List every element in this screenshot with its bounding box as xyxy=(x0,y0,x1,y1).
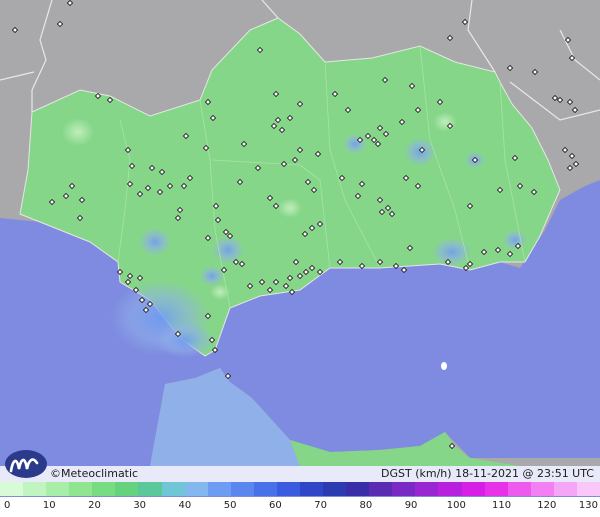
legend-tick-labels: 0 10 20 30 40 50 60 70 80 90 100 110 120 130 xyxy=(0,497,600,517)
caption-bar: ©Meteoclimatic DGST (km/h) 18-11-2021 @ … xyxy=(0,466,600,482)
legend-swatch xyxy=(184,482,208,496)
legend-tick-label: 30 xyxy=(133,500,147,511)
map-canvas xyxy=(0,0,600,517)
legend-swatch xyxy=(0,482,24,496)
legend-swatch xyxy=(23,482,47,496)
legend-swatch xyxy=(230,482,254,496)
legend-swatch xyxy=(415,482,439,496)
gust-map xyxy=(0,0,600,517)
legend-tick-label: 100 xyxy=(446,500,466,511)
legend-swatch xyxy=(276,482,301,496)
legend-swatch xyxy=(69,482,93,496)
legend-swatch xyxy=(115,482,139,496)
legend-swatch xyxy=(323,482,347,496)
legend-swatch xyxy=(138,482,162,496)
meteoclimatic-logo-icon xyxy=(5,450,47,478)
legend-swatch xyxy=(530,482,554,496)
legend-swatch xyxy=(161,482,185,496)
legend-tick-label: 120 xyxy=(537,500,557,511)
map-caption: DGST (km/h) 18-11-2021 @ 23:51 UTC xyxy=(381,467,594,480)
islet xyxy=(441,362,447,370)
legend-swatch xyxy=(369,482,393,496)
legend-swatch xyxy=(46,482,70,496)
legend-tick-label: 0 xyxy=(4,500,11,511)
legend-swatch xyxy=(253,482,277,496)
legend-tick-label: 90 xyxy=(404,500,418,511)
legend-tick-label: 80 xyxy=(359,500,373,511)
legend-tick-label: 40 xyxy=(178,500,192,511)
brand-label: ©Meteoclimatic xyxy=(50,467,139,480)
legend-swatch xyxy=(461,482,485,496)
legend-tick-label: 70 xyxy=(314,500,327,511)
legend-swatch xyxy=(300,482,324,496)
legend-color-scale xyxy=(0,482,600,496)
legend-swatch xyxy=(346,482,370,496)
legend-swatch xyxy=(576,482,600,496)
legend-swatch xyxy=(92,482,116,496)
legend-tick-label: 130 xyxy=(578,500,598,511)
legend-tick-label: 50 xyxy=(223,500,237,511)
legend-tick-label: 110 xyxy=(491,500,512,511)
legend-swatch xyxy=(392,482,416,496)
legend-swatch xyxy=(207,482,231,496)
legend-tick-label: 20 xyxy=(88,500,101,511)
legend-tick-label: 10 xyxy=(42,500,56,511)
legend-swatch xyxy=(484,482,508,496)
legend-tick-label: 60 xyxy=(269,500,282,511)
legend-swatch xyxy=(438,482,462,496)
legend-swatch xyxy=(553,482,577,496)
legend-swatch xyxy=(507,482,531,496)
